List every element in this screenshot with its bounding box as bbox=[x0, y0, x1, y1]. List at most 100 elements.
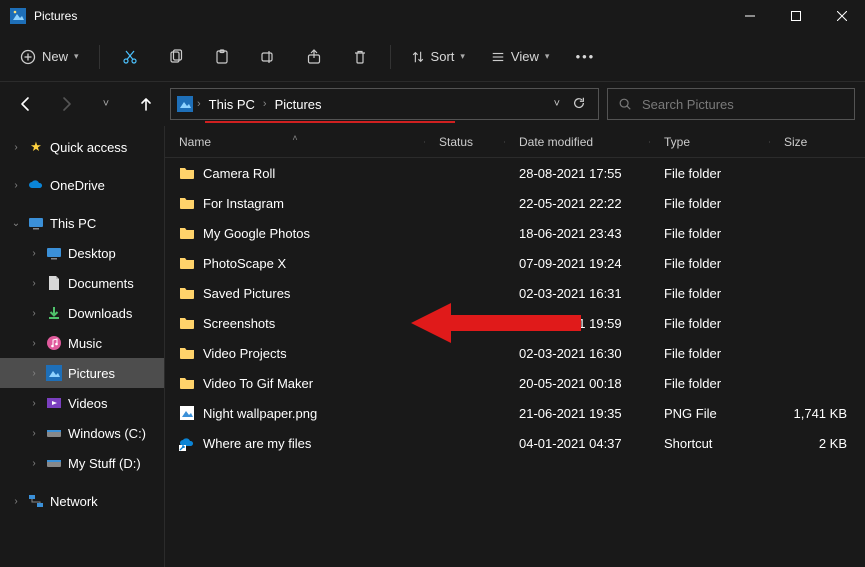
sidebar-item-downloads[interactable]: ›Downloads bbox=[0, 298, 164, 328]
file-date: 08-09-2021 19:59 bbox=[505, 316, 650, 331]
file-row[interactable]: PhotoScape X07-09-2021 19:24File folder bbox=[165, 248, 865, 278]
file-date: 07-09-2021 19:24 bbox=[505, 256, 650, 271]
more-button[interactable]: ••• bbox=[565, 40, 605, 74]
up-button[interactable] bbox=[130, 88, 162, 120]
file-row[interactable]: Camera Roll28-08-2021 17:55File folder bbox=[165, 158, 865, 188]
sidebar-item-label: My Stuff (D:) bbox=[68, 456, 141, 471]
file-type: PNG File bbox=[650, 406, 770, 421]
rename-button[interactable] bbox=[248, 40, 288, 74]
chevron-right-icon: › bbox=[28, 248, 40, 259]
address-bar[interactable]: › This PC › Pictures ˅ bbox=[170, 88, 599, 120]
new-button[interactable]: New ▾ bbox=[10, 40, 89, 74]
maximize-button[interactable] bbox=[773, 0, 819, 32]
column-size[interactable]: Size bbox=[770, 135, 865, 149]
sort-label: Sort bbox=[431, 49, 455, 64]
file-name: For Instagram bbox=[203, 196, 284, 211]
file-type: Shortcut bbox=[650, 436, 770, 451]
file-row[interactable]: Video To Gif Maker20-05-2021 00:18File f… bbox=[165, 368, 865, 398]
file-date: 02-03-2021 16:30 bbox=[505, 346, 650, 361]
cut-icon bbox=[122, 49, 138, 65]
file-row[interactable]: Night wallpaper.png21-06-2021 19:35PNG F… bbox=[165, 398, 865, 428]
view-label: View bbox=[511, 49, 539, 64]
chevron-right-icon: › bbox=[28, 368, 40, 379]
forward-button[interactable] bbox=[50, 88, 82, 120]
chevron-right-icon: › bbox=[197, 98, 201, 110]
network-icon bbox=[28, 493, 44, 509]
chevron-right-icon: › bbox=[28, 338, 40, 349]
file-name: Screenshots bbox=[203, 316, 275, 331]
sidebar-item-label: Windows (C:) bbox=[68, 426, 146, 441]
minimize-button[interactable] bbox=[727, 0, 773, 32]
search-input[interactable] bbox=[642, 97, 844, 112]
chevron-down-icon: ▾ bbox=[460, 51, 465, 62]
breadcrumb-this-pc[interactable]: This PC bbox=[205, 95, 259, 114]
close-button[interactable] bbox=[819, 0, 865, 32]
cut-button[interactable] bbox=[110, 40, 150, 74]
sidebar-network[interactable]: › Network bbox=[0, 486, 164, 516]
nav-row: ˅ › This PC › Pictures ˅ bbox=[0, 82, 865, 126]
file-date: 18-06-2021 23:43 bbox=[505, 226, 650, 241]
file-row[interactable]: Screenshots08-09-2021 19:59File folder bbox=[165, 308, 865, 338]
share-button[interactable] bbox=[294, 40, 334, 74]
chevron-down-icon[interactable]: ˅ bbox=[554, 98, 560, 110]
drive-icon bbox=[46, 275, 62, 291]
sidebar-item-pictures[interactable]: › Pictures bbox=[0, 358, 164, 388]
sidebar-item-label: This PC bbox=[50, 216, 96, 231]
back-button[interactable] bbox=[10, 88, 42, 120]
folder-icon bbox=[179, 375, 195, 391]
file-name: Saved Pictures bbox=[203, 286, 290, 301]
file-row[interactable]: For Instagram22-05-2021 22:22File folder bbox=[165, 188, 865, 218]
drive-icon bbox=[46, 455, 62, 471]
sidebar-this-pc[interactable]: ⌄ This PC bbox=[0, 208, 164, 238]
sidebar-onedrive[interactable]: › OneDrive bbox=[0, 170, 164, 200]
refresh-button[interactable] bbox=[572, 96, 586, 113]
rename-icon bbox=[260, 49, 276, 65]
paste-button[interactable] bbox=[202, 40, 242, 74]
content-area: Name˄ Status Date modified Type Size Cam… bbox=[165, 126, 865, 567]
star-icon: ★ bbox=[28, 139, 44, 155]
sidebar-item-label: Pictures bbox=[68, 366, 115, 381]
sort-button[interactable]: Sort ▾ bbox=[401, 40, 475, 74]
recent-button[interactable]: ˅ bbox=[90, 88, 122, 120]
file-name: Video Projects bbox=[203, 346, 287, 361]
column-type[interactable]: Type bbox=[650, 135, 770, 149]
sidebar-item-my-stuff-d-[interactable]: ›My Stuff (D:) bbox=[0, 448, 164, 478]
sidebar-item-label: Quick access bbox=[50, 140, 127, 155]
file-size: 2 KB bbox=[770, 436, 865, 451]
column-status[interactable]: Status bbox=[425, 135, 505, 149]
folder-icon bbox=[179, 315, 195, 331]
folder-icon bbox=[179, 255, 195, 271]
file-row[interactable]: Where are my files04-01-2021 04:37Shortc… bbox=[165, 428, 865, 458]
breadcrumb-pictures[interactable]: Pictures bbox=[271, 95, 326, 114]
file-row[interactable]: My Google Photos18-06-2021 23:43File fol… bbox=[165, 218, 865, 248]
sidebar-item-music[interactable]: ›Music bbox=[0, 328, 164, 358]
chevron-down-icon: ▾ bbox=[545, 51, 550, 62]
file-type: File folder bbox=[650, 196, 770, 211]
file-row[interactable]: Saved Pictures02-03-2021 16:31File folde… bbox=[165, 278, 865, 308]
sidebar-quick-access[interactable]: › ★ Quick access bbox=[0, 132, 164, 162]
file-list[interactable]: Camera Roll28-08-2021 17:55File folderFo… bbox=[165, 158, 865, 567]
chevron-right-icon: › bbox=[263, 98, 267, 110]
sidebar-item-videos[interactable]: ›Videos bbox=[0, 388, 164, 418]
file-date: 20-05-2021 00:18 bbox=[505, 376, 650, 391]
share-icon bbox=[306, 49, 322, 65]
column-date[interactable]: Date modified bbox=[505, 135, 650, 149]
new-label: New bbox=[42, 49, 68, 64]
file-row[interactable]: Video Projects02-03-2021 16:30File folde… bbox=[165, 338, 865, 368]
delete-button[interactable] bbox=[340, 40, 380, 74]
sidebar-item-windows-c-[interactable]: ›Windows (C:) bbox=[0, 418, 164, 448]
sidebar-item-desktop[interactable]: ›Desktop bbox=[0, 238, 164, 268]
file-date: 28-08-2021 17:55 bbox=[505, 166, 650, 181]
file-type: File folder bbox=[650, 226, 770, 241]
file-name: Night wallpaper.png bbox=[203, 406, 317, 421]
chevron-right-icon: › bbox=[28, 398, 40, 409]
pictures-icon bbox=[177, 96, 193, 112]
folder-icon bbox=[179, 345, 195, 361]
chevron-right-icon: › bbox=[10, 496, 22, 507]
annotation-underline bbox=[205, 121, 455, 123]
column-name[interactable]: Name˄ bbox=[165, 135, 425, 149]
search-box[interactable] bbox=[607, 88, 855, 120]
view-button[interactable]: View ▾ bbox=[481, 40, 559, 74]
copy-button[interactable] bbox=[156, 40, 196, 74]
sidebar-item-documents[interactable]: ›Documents bbox=[0, 268, 164, 298]
